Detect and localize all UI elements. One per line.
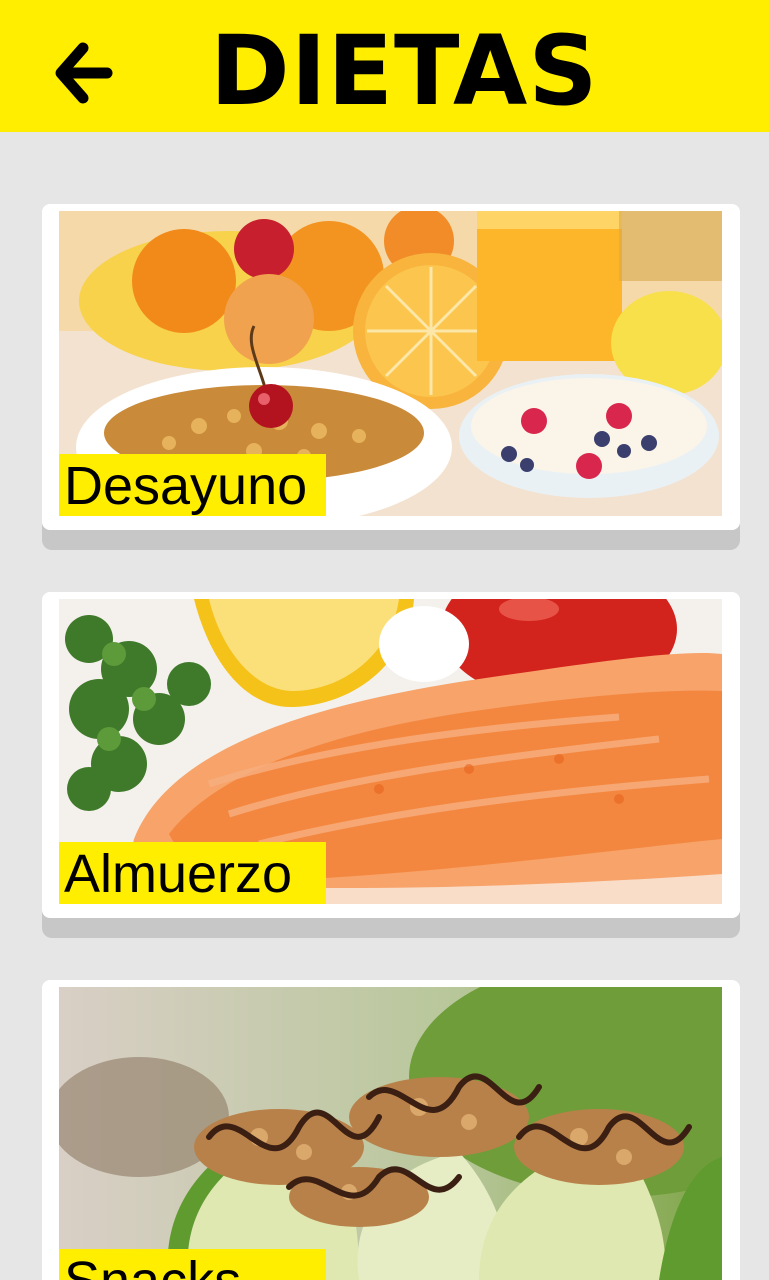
category-label-bg: Almuerzo <box>59 842 326 904</box>
arrow-left-icon <box>55 42 113 104</box>
lunch-photo: Almuerzo <box>59 599 722 904</box>
category-label-bg: Snacks <box>59 1249 326 1280</box>
category-label: Almuerzo <box>64 844 293 904</box>
snacks-photo: Snacks <box>59 987 722 1280</box>
category-card-desayuno: Desayuno <box>42 204 740 550</box>
back-button[interactable] <box>52 38 116 108</box>
breakfast-photo: Desayuno <box>59 211 722 516</box>
app-header: DIETAS <box>0 0 769 132</box>
category-card-button[interactable]: Desayuno <box>42 204 740 530</box>
category-card-button[interactable]: Almuerzo <box>42 592 740 918</box>
category-card-snacks: Snacks <box>42 980 740 1280</box>
page-title: DIETAS <box>210 15 599 127</box>
category-card-button[interactable]: Snacks <box>42 980 740 1280</box>
category-label: Snacks <box>64 1249 241 1280</box>
category-card-almuerzo: Almuerzo <box>42 592 740 938</box>
category-label: Desayuno <box>64 456 308 516</box>
category-label-bg: Desayuno <box>59 454 326 516</box>
